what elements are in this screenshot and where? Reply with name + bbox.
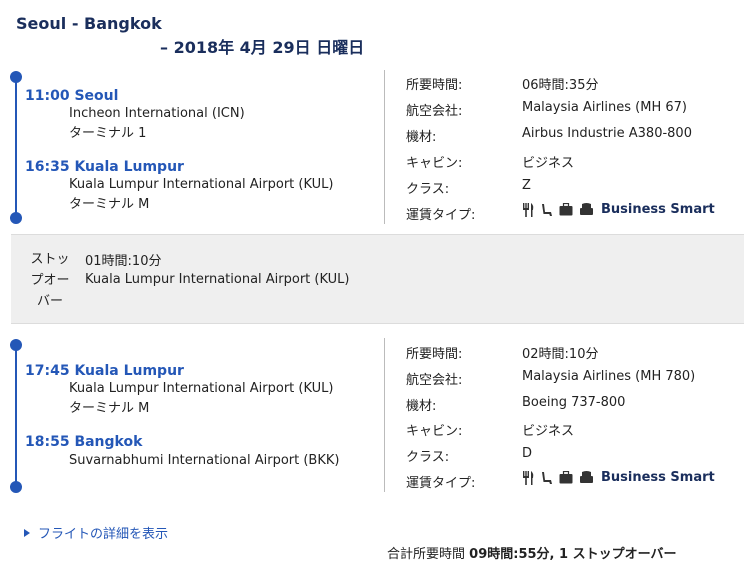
show-flight-details-label: フライトの詳細を表示: [38, 527, 169, 542]
route-title: Seoul - Bangkok: [16, 14, 162, 33]
seat-icon: [540, 203, 553, 217]
arrival-time-city: 18:55 Bangkok: [25, 434, 143, 450]
timeline-line: [15, 77, 17, 217]
show-flight-details-link[interactable]: フライトの詳細を表示: [24, 523, 168, 542]
total-duration-label: 合計所要時間: [387, 547, 466, 562]
departure-terminal: ターミナル 1: [69, 126, 147, 141]
departure-airport: Incheon International (ICN): [69, 106, 245, 121]
fare-type-name: Business Smart: [601, 470, 715, 485]
cabin-label: キャビン:: [406, 156, 463, 171]
cabin-label: キャビン:: [406, 424, 463, 439]
fare-type: Business Smart: [522, 470, 715, 485]
total-duration: 合計所要時間 09時間:55分, 1 ストップオーバー: [387, 543, 676, 562]
duration-value: 02時間:10分: [522, 347, 599, 362]
duration-value: 06時間:35分: [522, 78, 599, 93]
timeline-dot: [10, 481, 22, 493]
column-divider: [384, 70, 385, 224]
departure-time-city: 11:00 Seoul: [25, 88, 119, 104]
arrival-terminal: ターミナル M: [69, 197, 150, 212]
airline-label: 航空会社:: [406, 373, 463, 388]
meal-icon: [522, 470, 534, 485]
fare-type-label: 運賃タイプ:: [406, 208, 476, 223]
duration-label: 所要時間:: [406, 78, 463, 93]
cabin-value: ビジネス: [522, 424, 575, 439]
arrival-airport: Kuala Lumpur International Airport (KUL): [69, 177, 334, 192]
baggage-icon: [559, 203, 573, 216]
caret-right-icon: [24, 528, 30, 537]
timeline-line: [15, 345, 17, 487]
timeline-dot: [10, 339, 22, 351]
airline-label: 航空会社:: [406, 104, 463, 119]
class-label: クラス:: [406, 182, 450, 197]
class-value: Z: [522, 178, 531, 193]
fare-type: Business Smart: [522, 202, 715, 217]
fare-type-label: 運賃タイプ:: [406, 476, 476, 491]
aircraft-label: 機材:: [406, 130, 437, 145]
class-label: クラス:: [406, 450, 450, 465]
departure-time-city: 17:45 Kuala Lumpur: [25, 363, 184, 379]
aircraft-label: 機材:: [406, 399, 437, 414]
departure-terminal: ターミナル M: [69, 401, 150, 416]
duration-label: 所要時間:: [406, 347, 463, 362]
seat-icon: [540, 471, 553, 485]
stopover-panel: ストッ プオー バー 01時間:10分 Kuala Lumpur Internati…: [11, 234, 744, 324]
departure-airport: Kuala Lumpur International Airport (KUL): [69, 381, 334, 396]
meal-icon: [522, 202, 534, 217]
airline-value: Malaysia Airlines (MH 67): [522, 100, 687, 115]
fare-type-name: Business Smart: [601, 202, 715, 217]
class-value: D: [522, 446, 533, 461]
stopover-label: ストッ プオー バー: [30, 252, 70, 309]
stopover-airport: Kuala Lumpur International Airport (KUL): [85, 272, 350, 287]
timeline-dot: [10, 71, 22, 83]
lounge-icon: [579, 471, 594, 484]
lounge-icon: [579, 203, 594, 216]
cabin-value: ビジネス: [522, 156, 575, 171]
timeline-dot: [10, 212, 22, 224]
stopover-duration: 01時間:10分: [85, 254, 162, 269]
total-duration-value: 09時間:55分, 1 ストップオーバー: [469, 547, 677, 562]
airline-value: Malaysia Airlines (MH 780): [522, 369, 696, 384]
aircraft-value: Airbus Industrie A380-800: [522, 126, 692, 141]
column-divider: [384, 338, 385, 492]
arrival-time-city: 16:35 Kuala Lumpur: [25, 159, 184, 175]
baggage-icon: [559, 471, 573, 484]
aircraft-value: Boeing 737-800: [522, 395, 626, 410]
arrival-airport: Suvarnabhumi International Airport (BKK): [69, 453, 340, 468]
travel-date: – 2018年 4月 29日 日曜日: [160, 38, 365, 57]
